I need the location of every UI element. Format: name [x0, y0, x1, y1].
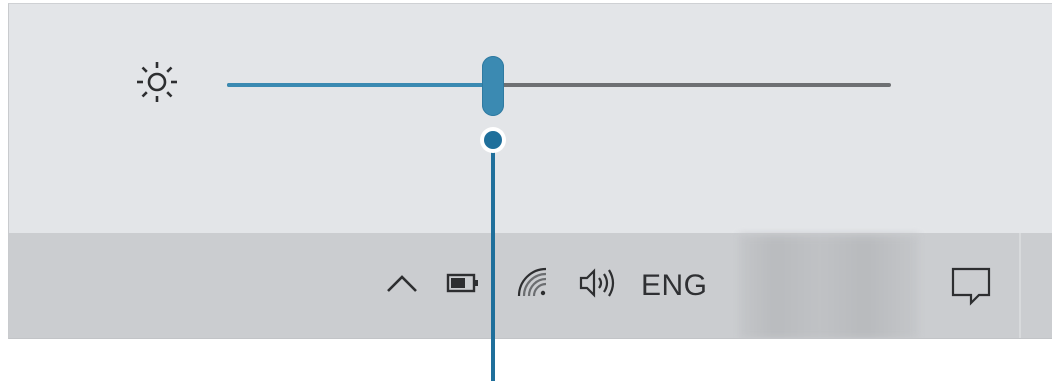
brightness-slider[interactable]: [227, 56, 891, 116]
brightness-panel: [9, 4, 1052, 233]
chevron-up-icon[interactable]: [382, 263, 422, 303]
quick-action-flyout: ENG: [8, 3, 1052, 339]
slider-fill: [227, 83, 493, 87]
taskbar-divider: [1019, 233, 1021, 338]
battery-icon[interactable]: [443, 263, 483, 303]
screenshot-stage: ENG: [0, 0, 1052, 381]
slider-thumb[interactable]: [482, 56, 504, 116]
sun-icon: [137, 62, 177, 102]
taskbar: ENG: [9, 233, 1052, 338]
action-center-icon[interactable]: [949, 265, 993, 309]
wifi-icon[interactable]: [513, 263, 553, 303]
speaker-icon[interactable]: [577, 263, 617, 303]
language-indicator[interactable]: ENG: [641, 269, 708, 303]
blurred-clock[interactable]: [739, 235, 919, 338]
